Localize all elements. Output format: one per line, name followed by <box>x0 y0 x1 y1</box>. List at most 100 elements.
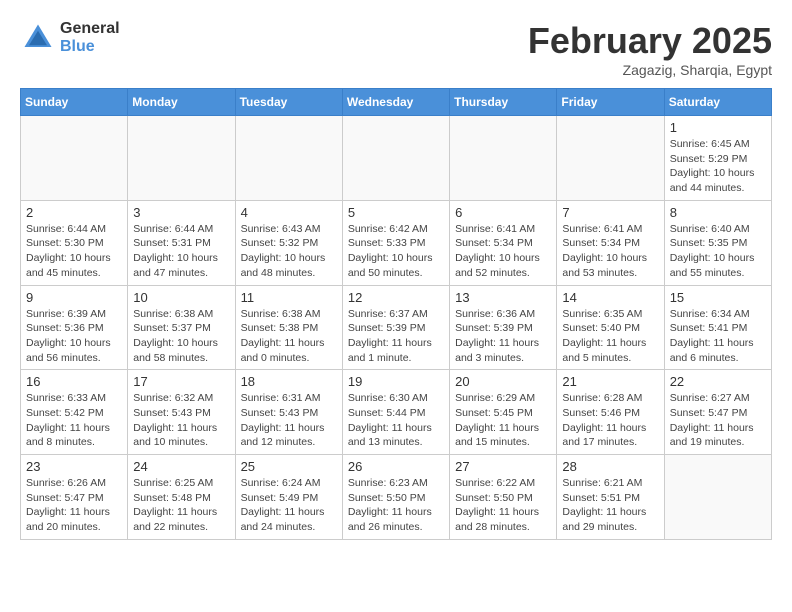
day-info: Sunrise: 6:37 AM Sunset: 5:39 PM Dayligh… <box>348 307 444 366</box>
logo-blue: Blue <box>60 38 120 56</box>
day-number: 10 <box>133 290 229 305</box>
day-info: Sunrise: 6:28 AM Sunset: 5:46 PM Dayligh… <box>562 391 658 450</box>
weekday-header: Tuesday <box>235 89 342 116</box>
calendar-cell <box>342 116 449 201</box>
day-info: Sunrise: 6:38 AM Sunset: 5:37 PM Dayligh… <box>133 307 229 366</box>
day-info: Sunrise: 6:34 AM Sunset: 5:41 PM Dayligh… <box>670 307 766 366</box>
day-info: Sunrise: 6:22 AM Sunset: 5:50 PM Dayligh… <box>455 476 551 535</box>
day-number: 6 <box>455 205 551 220</box>
day-number: 28 <box>562 459 658 474</box>
calendar-cell: 8 Sunrise: 6:40 AM Sunset: 5:35 PM Daylig… <box>664 200 771 285</box>
calendar-cell: 24 Sunrise: 6:25 AM Sunset: 5:48 PM Dayli… <box>128 455 235 540</box>
calendar-cell <box>557 116 664 201</box>
calendar-cell: 7 Sunrise: 6:41 AM Sunset: 5:34 PM Daylig… <box>557 200 664 285</box>
day-number: 18 <box>241 374 337 389</box>
day-number: 2 <box>26 205 122 220</box>
calendar-cell: 26 Sunrise: 6:23 AM Sunset: 5:50 PM Dayli… <box>342 455 449 540</box>
day-info: Sunrise: 6:44 AM Sunset: 5:30 PM Dayligh… <box>26 222 122 281</box>
calendar-cell: 10 Sunrise: 6:38 AM Sunset: 5:37 PM Dayli… <box>128 285 235 370</box>
calendar-week-row: 9 Sunrise: 6:39 AM Sunset: 5:36 PM Daylig… <box>21 285 772 370</box>
calendar-cell: 27 Sunrise: 6:22 AM Sunset: 5:50 PM Dayli… <box>450 455 557 540</box>
location: Zagazig, Sharqia, Egypt <box>528 62 772 78</box>
calendar-cell: 3 Sunrise: 6:44 AM Sunset: 5:31 PM Daylig… <box>128 200 235 285</box>
day-info: Sunrise: 6:23 AM Sunset: 5:50 PM Dayligh… <box>348 476 444 535</box>
calendar-cell: 22 Sunrise: 6:27 AM Sunset: 5:47 PM Dayli… <box>664 370 771 455</box>
calendar-cell: 25Sunrise: 6:24 AM Sunset: 5:49 PM Dayli… <box>235 455 342 540</box>
day-info: Sunrise: 6:27 AM Sunset: 5:47 PM Dayligh… <box>670 391 766 450</box>
calendar-cell: 28 Sunrise: 6:21 AM Sunset: 5:51 PM Dayli… <box>557 455 664 540</box>
day-number: 14 <box>562 290 658 305</box>
calendar-cell: 6 Sunrise: 6:41 AM Sunset: 5:34 PM Daylig… <box>450 200 557 285</box>
calendar-cell: 14 Sunrise: 6:35 AM Sunset: 5:40 PM Dayli… <box>557 285 664 370</box>
calendar-cell <box>450 116 557 201</box>
day-number: 1 <box>670 120 766 135</box>
logo: General Blue <box>20 20 120 56</box>
day-number: 26 <box>348 459 444 474</box>
day-number: 24 <box>133 459 229 474</box>
day-number: 7 <box>562 205 658 220</box>
day-info: Sunrise: 6:21 AM Sunset: 5:51 PM Dayligh… <box>562 476 658 535</box>
weekday-header: Monday <box>128 89 235 116</box>
calendar-cell: 11Sunrise: 6:38 AM Sunset: 5:38 PM Dayli… <box>235 285 342 370</box>
day-info: Sunrise: 6:45 AM Sunset: 5:29 PM Dayligh… <box>670 137 766 196</box>
calendar-week-row: 16 Sunrise: 6:33 AM Sunset: 5:42 PM Dayli… <box>21 370 772 455</box>
calendar-week-row: 2 Sunrise: 6:44 AM Sunset: 5:30 PM Daylig… <box>21 200 772 285</box>
day-info: Sunrise: 6:30 AM Sunset: 5:44 PM Dayligh… <box>348 391 444 450</box>
day-info: Sunrise: 6:25 AM Sunset: 5:48 PM Dayligh… <box>133 476 229 535</box>
day-info: Sunrise: 6:26 AM Sunset: 5:47 PM Dayligh… <box>26 476 122 535</box>
page-header: General Blue February 2025 Zagazig, Shar… <box>20 20 772 78</box>
calendar-cell <box>128 116 235 201</box>
calendar-cell: 5 Sunrise: 6:42 AM Sunset: 5:33 PM Daylig… <box>342 200 449 285</box>
calendar-cell: 13Sunrise: 6:36 AM Sunset: 5:39 PM Dayli… <box>450 285 557 370</box>
calendar-cell: 23 Sunrise: 6:26 AM Sunset: 5:47 PM Dayli… <box>21 455 128 540</box>
day-number: 15 <box>670 290 766 305</box>
day-info: Sunrise: 6:44 AM Sunset: 5:31 PM Dayligh… <box>133 222 229 281</box>
logo-general: General <box>60 20 120 38</box>
day-number: 21 <box>562 374 658 389</box>
weekday-header: Sunday <box>21 89 128 116</box>
day-number: 9 <box>26 290 122 305</box>
day-info: Sunrise: 6:41 AM Sunset: 5:34 PM Dayligh… <box>455 222 551 281</box>
day-number: 27 <box>455 459 551 474</box>
day-info: Sunrise: 6:43 AM Sunset: 5:32 PM Dayligh… <box>241 222 337 281</box>
day-info: Sunrise: 6:38 AM Sunset: 5:38 PM Dayligh… <box>241 307 337 366</box>
calendar-cell: 17Sunrise: 6:32 AM Sunset: 5:43 PM Dayli… <box>128 370 235 455</box>
day-number: 19 <box>348 374 444 389</box>
calendar-cell: 18 Sunrise: 6:31 AM Sunset: 5:43 PM Dayli… <box>235 370 342 455</box>
day-info: Sunrise: 6:41 AM Sunset: 5:34 PM Dayligh… <box>562 222 658 281</box>
day-info: Sunrise: 6:39 AM Sunset: 5:36 PM Dayligh… <box>26 307 122 366</box>
day-info: Sunrise: 6:33 AM Sunset: 5:42 PM Dayligh… <box>26 391 122 450</box>
day-info: Sunrise: 6:40 AM Sunset: 5:35 PM Dayligh… <box>670 222 766 281</box>
day-number: 8 <box>670 205 766 220</box>
calendar-cell: 21 Sunrise: 6:28 AM Sunset: 5:46 PM Dayli… <box>557 370 664 455</box>
calendar-cell: 2 Sunrise: 6:44 AM Sunset: 5:30 PM Daylig… <box>21 200 128 285</box>
calendar-table: SundayMondayTuesdayWednesdayThursdayFrid… <box>20 88 772 540</box>
calendar-header-row: SundayMondayTuesdayWednesdayThursdayFrid… <box>21 89 772 116</box>
weekday-header: Saturday <box>664 89 771 116</box>
calendar-week-row: 23 Sunrise: 6:26 AM Sunset: 5:47 PM Dayli… <box>21 455 772 540</box>
day-number: 25 <box>241 459 337 474</box>
day-number: 4 <box>241 205 337 220</box>
calendar-cell: 1 Sunrise: 6:45 AM Sunset: 5:29 PM Daylig… <box>664 116 771 201</box>
day-number: 5 <box>348 205 444 220</box>
day-number: 12 <box>348 290 444 305</box>
calendar-cell: 19 Sunrise: 6:30 AM Sunset: 5:44 PM Dayli… <box>342 370 449 455</box>
logo-text: General Blue <box>60 20 120 55</box>
day-info: Sunrise: 6:42 AM Sunset: 5:33 PM Dayligh… <box>348 222 444 281</box>
day-number: 23 <box>26 459 122 474</box>
day-number: 16 <box>26 374 122 389</box>
calendar-cell <box>664 455 771 540</box>
calendar-cell: 4 Sunrise: 6:43 AM Sunset: 5:32 PM Daylig… <box>235 200 342 285</box>
day-number: 20 <box>455 374 551 389</box>
weekday-header: Friday <box>557 89 664 116</box>
day-info: Sunrise: 6:31 AM Sunset: 5:43 PM Dayligh… <box>241 391 337 450</box>
weekday-header: Wednesday <box>342 89 449 116</box>
day-info: Sunrise: 6:29 AM Sunset: 5:45 PM Dayligh… <box>455 391 551 450</box>
day-number: 13 <box>455 290 551 305</box>
month-title: February 2025 <box>528 20 772 62</box>
day-number: 3 <box>133 205 229 220</box>
day-info: Sunrise: 6:35 AM Sunset: 5:40 PM Dayligh… <box>562 307 658 366</box>
calendar-cell: 16 Sunrise: 6:33 AM Sunset: 5:42 PM Dayli… <box>21 370 128 455</box>
day-number: 22 <box>670 374 766 389</box>
calendar-week-row: 1 Sunrise: 6:45 AM Sunset: 5:29 PM Daylig… <box>21 116 772 201</box>
